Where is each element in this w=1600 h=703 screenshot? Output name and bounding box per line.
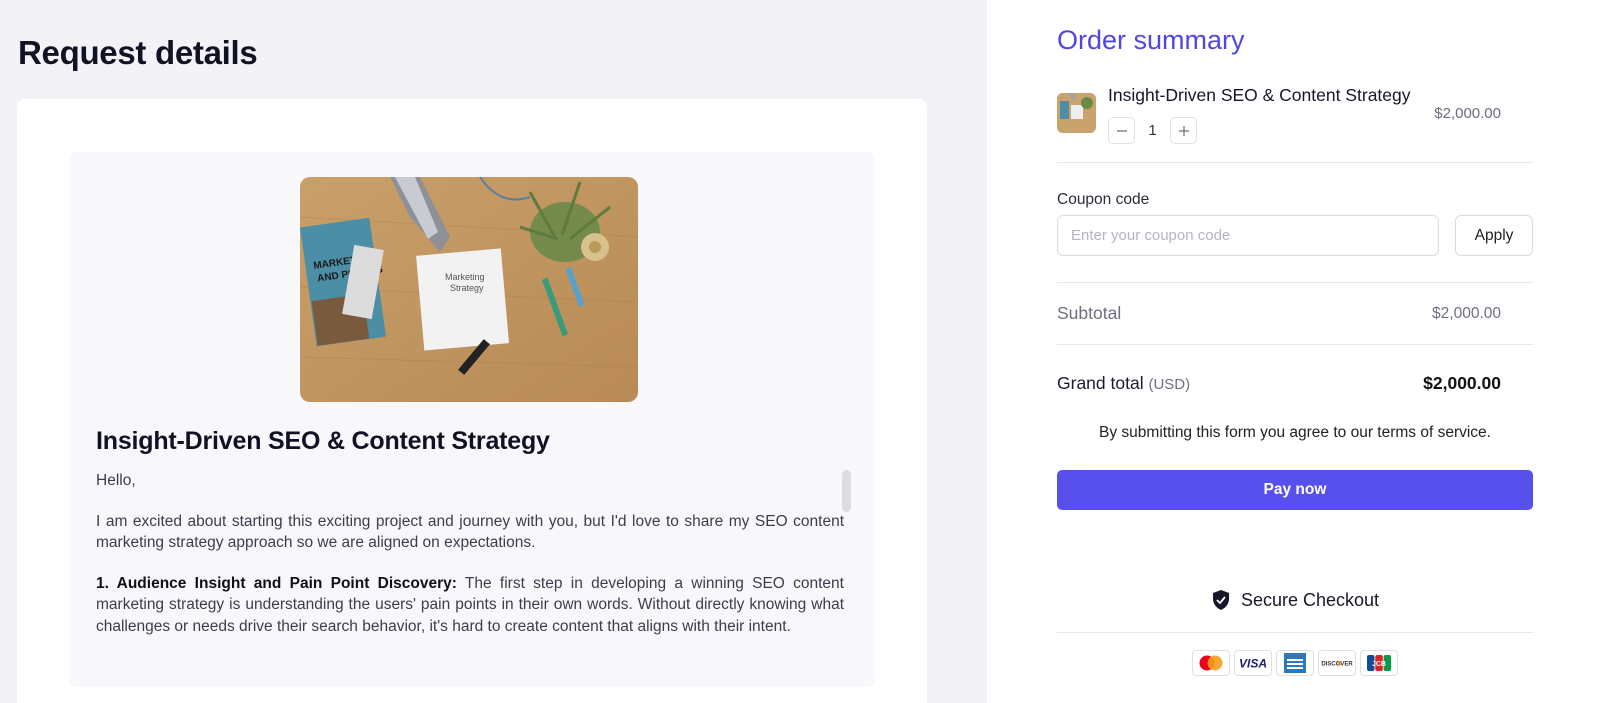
decrease-quantity-button[interactable] (1108, 117, 1135, 144)
request-details-panel: Request details MARKETING AND Marketing … (0, 0, 987, 703)
pay-now-button[interactable]: Pay now (1057, 470, 1533, 510)
svg-text:JCB: JCB (1372, 661, 1386, 668)
subtotal-label: Subtotal (1057, 303, 1122, 323)
point-1-paragraph: 1. Audience Insight and Pain Point Disco… (96, 573, 844, 638)
increase-quantity-button[interactable] (1170, 117, 1197, 144)
payment-methods: VISA DISCOVER JCB (1057, 650, 1533, 676)
hero-paper-text: Marketing (445, 272, 485, 282)
quantity-value: 1 (1148, 122, 1157, 139)
coupon-code-input[interactable] (1057, 215, 1439, 256)
amex-icon (1276, 650, 1314, 676)
coupon-code-label: Coupon code (1057, 191, 1150, 208)
mastercard-icon (1192, 650, 1230, 676)
grand-total-value: $2,000.00 (1423, 373, 1501, 393)
quantity-stepper: 1 (1108, 117, 1197, 144)
divider (1057, 162, 1533, 163)
subtotal-value: $2,000.00 (1432, 305, 1501, 322)
intro-paragraph: I am excited about starting this excitin… (96, 512, 844, 552)
request-card: MARKETING AND PRICING Marketing Strategy (17, 99, 927, 703)
product-thumbnail (1057, 93, 1096, 133)
page-title: Request details (18, 34, 258, 71)
request-body: Hello, I am excited about starting this … (96, 470, 844, 656)
minus-icon (1116, 129, 1127, 132)
divider (1057, 632, 1533, 633)
grand-total-text: Grand total (1057, 373, 1144, 393)
request-content[interactable]: MARKETING AND PRICING Marketing Strategy (70, 152, 874, 687)
discover-icon: DISCOVER (1318, 650, 1356, 676)
scrollbar-thumb[interactable] (842, 470, 851, 512)
plus-icon (1178, 125, 1189, 136)
jcb-icon: JCB (1360, 650, 1398, 676)
order-summary-panel: Order summary Insight-Driven SEO & Conte… (987, 0, 1600, 703)
product-price: $2,000.00 (1434, 105, 1501, 122)
hero-image: MARKETING AND PRICING Marketing Strategy (300, 177, 638, 402)
grand-total-label: Grand total (USD) (1057, 373, 1190, 394)
hero-paper-text: Strategy (450, 283, 484, 293)
svg-text:VISA: VISA (1239, 657, 1267, 671)
request-title: Insight-Driven SEO & Content Strategy (96, 427, 550, 455)
svg-text:DISCOVER: DISCOVER (1321, 662, 1353, 668)
secure-checkout: Secure Checkout (1057, 589, 1533, 611)
secure-checkout-label: Secure Checkout (1240, 589, 1380, 610)
shield-check-icon (1212, 590, 1229, 610)
divider (1057, 344, 1533, 345)
grand-total-currency: (USD) (1148, 376, 1191, 393)
order-summary-title: Order summary (1057, 25, 1245, 55)
divider (1057, 282, 1533, 283)
visa-icon: VISA (1234, 650, 1272, 676)
apply-coupon-button[interactable]: Apply (1455, 215, 1533, 256)
terms-text: By submitting this form you agree to our… (1099, 424, 1491, 441)
greeting-text: Hello, (96, 472, 136, 489)
point-1-heading: 1. Audience Insight and Pain Point Disco… (96, 574, 457, 592)
product-name: Insight-Driven SEO & Content Strategy (1108, 85, 1411, 105)
